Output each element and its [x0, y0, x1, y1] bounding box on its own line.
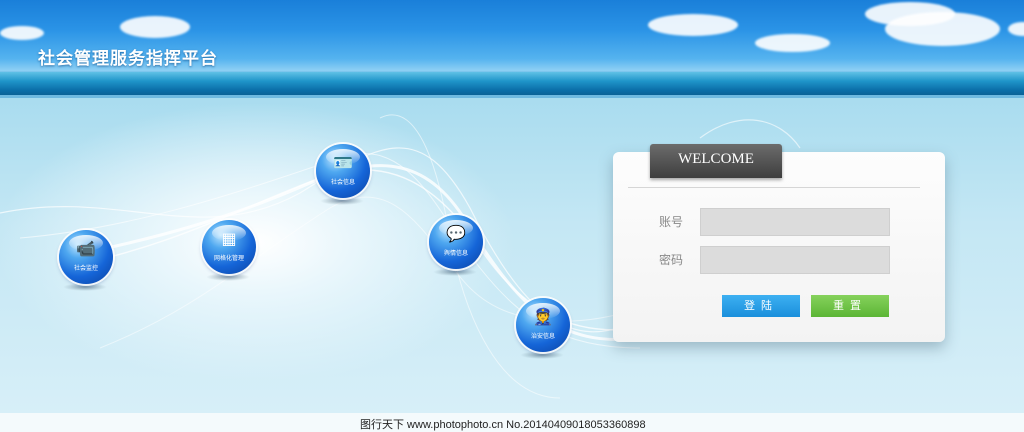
chat-bubble-icon: 💬 — [446, 226, 466, 243]
account-label: 账号 — [659, 215, 684, 229]
cloud-decoration — [120, 16, 190, 38]
cloud-decoration — [1008, 22, 1024, 36]
nav-orb-label: 治安信息 — [530, 334, 555, 340]
login-button[interactable]: 登陆 — [722, 295, 800, 317]
reset-button[interactable]: 重置 — [811, 295, 889, 317]
cloud-decoration — [648, 14, 738, 36]
header-banner: 社会管理服务指挥平台 — [0, 0, 1024, 98]
account-input[interactable] — [700, 208, 890, 236]
watermark-text: 图行天下 www.photophoto.cn No.20140409018053… — [360, 419, 646, 431]
welcome-ribbon: WELCOME — [650, 144, 782, 178]
cloud-decoration — [755, 34, 830, 52]
password-input[interactable] — [700, 246, 890, 274]
nav-orb-surveillance[interactable]: 📹 社会监控 — [59, 230, 113, 284]
police-icon: 👮 — [533, 309, 553, 326]
nav-orb-social-info[interactable]: 🪪 社会信息 — [316, 144, 370, 198]
nav-orb-public-security[interactable]: 👮 治安信息 — [516, 298, 570, 352]
nav-orb-grid-management[interactable]: ▦ 网格化管理 — [202, 220, 256, 274]
camera-icon: 📹 — [76, 241, 96, 258]
nav-orb-public-opinion[interactable]: 💬 舆情信息 — [429, 215, 483, 269]
page-title: 社会管理服务指挥平台 — [38, 49, 218, 68]
divider — [628, 187, 920, 188]
nav-orb-label: 社会监控 — [73, 266, 98, 272]
grid-icon: ▦ — [221, 231, 237, 248]
password-label: 密码 — [659, 253, 684, 267]
cloud-decoration — [885, 12, 1000, 46]
cloud-decoration — [0, 26, 44, 40]
id-card-icon: 🪪 — [333, 155, 353, 172]
nav-orb-label: 网格化管理 — [213, 256, 244, 262]
nav-orb-label: 舆情信息 — [443, 251, 468, 257]
nav-orb-label: 社会信息 — [330, 180, 355, 186]
